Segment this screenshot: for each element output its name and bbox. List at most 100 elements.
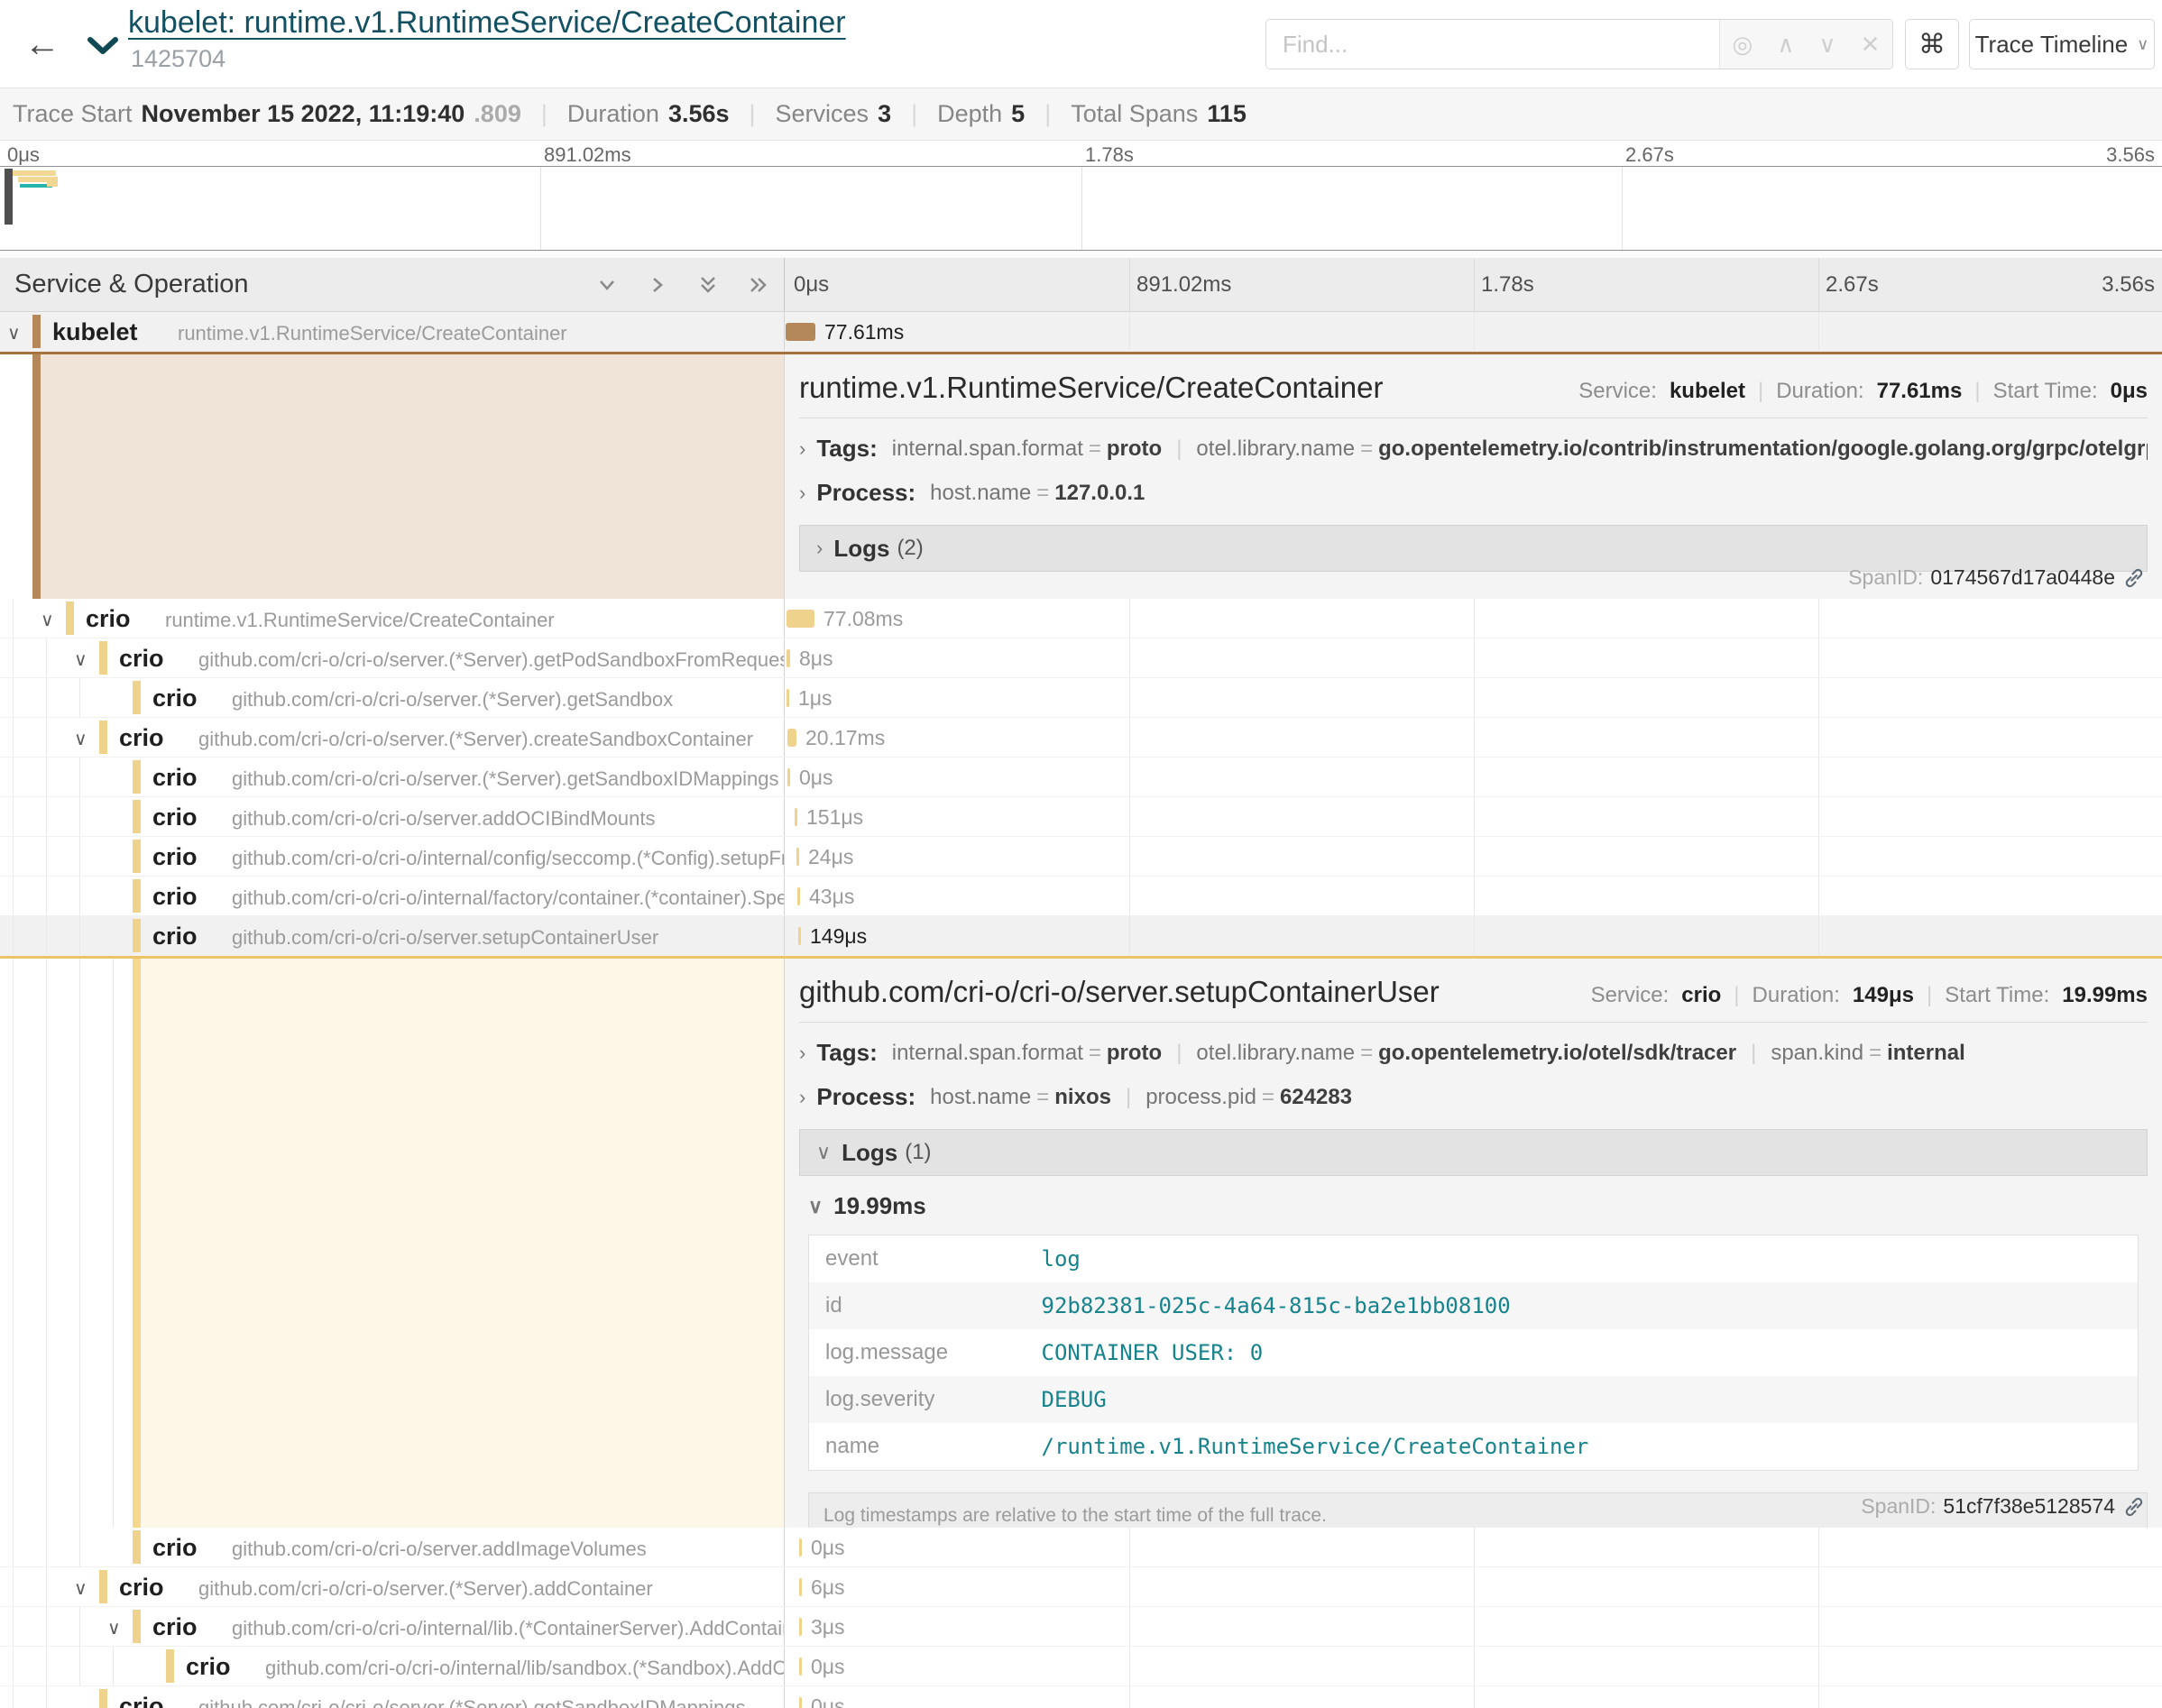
trace-collapse-toggle[interactable] (87, 36, 119, 60)
span-duration-bar[interactable] (799, 1538, 802, 1556)
span-timeline-cell[interactable]: 0μs (785, 1528, 2162, 1566)
span-name-cell[interactable]: ∨criogithub.com/cri-o/cri-o/server.(*Ser… (0, 1567, 785, 1606)
minimap-canvas[interactable] (0, 166, 2162, 251)
log-entry-toggle[interactable]: ∨ 19.99ms (808, 1192, 2148, 1220)
span-name-cell[interactable]: criogithub.com/cri-o/cri-o/server.addOCI… (0, 797, 785, 836)
minimap-tick: 891.02ms (544, 143, 631, 167)
span-row[interactable]: criogithub.com/cri-o/cri-o/server.setupC… (0, 916, 2162, 956)
span-duration-bar[interactable] (787, 649, 790, 667)
span-row[interactable]: ∨criogithub.com/cri-o/cri-o/server.(*Ser… (0, 718, 2162, 758)
span-detail-meta: Service:kubelet | Duration:77.61ms | Sta… (1578, 379, 2148, 404)
deep-link-icon[interactable] (2122, 566, 2146, 590)
span-name-cell[interactable]: criogithub.com/cri-o/cri-o/server.addIma… (0, 1528, 785, 1566)
back-button[interactable]: ← (16, 0, 69, 88)
span-timeline-cell[interactable]: 24μs (785, 837, 2162, 876)
span-timeline-cell[interactable]: 8μs (785, 638, 2162, 677)
chevron-down-icon[interactable]: ∨ (107, 1617, 121, 1639)
span-row[interactable]: criogithub.com/cri-o/cri-o/server.addOCI… (0, 797, 2162, 837)
duration-label: Duration (567, 100, 659, 128)
tags-section[interactable]: › Tags: internal.span.format=proto|otel.… (799, 435, 2148, 463)
span-name-cell[interactable]: ∨criogithub.com/cri-o/cri-o/server.(*Ser… (0, 718, 785, 757)
span-name-cell[interactable]: criogithub.com/cri-o/cri-o/internal/lib/… (0, 1647, 785, 1685)
minimap-scrubber[interactable] (5, 169, 13, 225)
span-name-cell[interactable]: criogithub.com/cri-o/cri-o/internal/conf… (0, 837, 785, 876)
span-name-cell[interactable]: criogithub.com/cri-o/cri-o/server.(*Serv… (0, 678, 785, 717)
chevron-down-icon[interactable]: ∨ (74, 728, 87, 750)
span-timeline-cell[interactable]: 1μs (785, 678, 2162, 717)
span-duration-bar[interactable] (797, 887, 800, 905)
span-duration-bar[interactable] (787, 729, 796, 747)
span-timeline-cell[interactable]: 3μs (785, 1607, 2162, 1646)
span-row[interactable]: criogithub.com/cri-o/cri-o/server.(*Serv… (0, 1686, 2162, 1708)
span-row[interactable]: ∨crioruntime.v1.RuntimeService/CreateCon… (0, 599, 2162, 638)
span-name-cell[interactable]: criogithub.com/cri-o/cri-o/internal/fact… (0, 877, 785, 915)
span-timeline-cell[interactable]: 149μs (785, 916, 2162, 955)
span-name-cell[interactable]: criogithub.com/cri-o/cri-o/server.(*Serv… (0, 1686, 785, 1708)
span-duration-bar[interactable] (787, 689, 789, 707)
logs-count: (1) (905, 1140, 931, 1165)
span-timeline-cell[interactable]: 20.17ms (785, 718, 2162, 757)
span-row[interactable]: ∨criogithub.com/cri-o/cri-o/internal/lib… (0, 1607, 2162, 1647)
span-duration-bar[interactable] (786, 323, 815, 341)
ruler-tick: 891.02ms (1136, 272, 1231, 298)
prev-match-icon[interactable]: ∧ (1777, 31, 1794, 59)
span-row[interactable]: ∨criogithub.com/cri-o/cri-o/server.(*Ser… (0, 638, 2162, 678)
trace-view-select[interactable]: Trace Timeline ∨ (1969, 19, 2155, 69)
chevron-down-icon[interactable]: ∨ (74, 648, 87, 671)
span-name-cell[interactable]: criogithub.com/cri-o/cri-o/server.(*Serv… (0, 758, 785, 796)
span-name-cell[interactable]: ∨crioruntime.v1.RuntimeService/CreateCon… (0, 599, 785, 638)
chevron-down-icon[interactable]: ∨ (74, 1577, 87, 1600)
span-name-cell[interactable]: ∨kubeletruntime.v1.RuntimeService/Create… (0, 312, 785, 351)
tags-section[interactable]: › Tags: internal.span.format=proto|otel.… (799, 1039, 2148, 1067)
focus-match-icon[interactable]: ◎ (1733, 31, 1753, 59)
span-row[interactable]: criogithub.com/cri-o/cri-o/internal/conf… (0, 837, 2162, 877)
process-section[interactable]: › Process: host.name=127.0.0.1 (799, 479, 2148, 507)
keyboard-shortcuts-button[interactable]: ⌘ (1905, 19, 1959, 69)
span-timeline-cell[interactable]: 151μs (785, 797, 2162, 836)
log-field-value: log (1026, 1235, 2139, 1283)
collapse-one-icon[interactable] (594, 272, 620, 298)
span-duration-bar[interactable] (798, 927, 801, 945)
span-service-name: crio (86, 605, 131, 633)
span-duration-bar[interactable] (799, 1697, 802, 1708)
span-timeline-cell[interactable]: 6μs (785, 1567, 2162, 1606)
ruler-tick: 0μs (794, 272, 829, 298)
expand-all-icon[interactable] (746, 272, 771, 298)
expand-one-icon[interactable] (645, 272, 670, 298)
deep-link-icon[interactable] (2122, 1495, 2146, 1519)
chevron-down-icon[interactable]: ∨ (41, 609, 54, 631)
span-duration-bar[interactable] (787, 768, 790, 786)
span-duration-bar[interactable] (799, 1578, 802, 1596)
find-input[interactable] (1266, 20, 1719, 69)
span-name-cell[interactable]: ∨criogithub.com/cri-o/cri-o/server.(*Ser… (0, 638, 785, 677)
span-timeline-cell[interactable]: 0μs (785, 1647, 2162, 1685)
span-timeline-cell[interactable]: 77.61ms (785, 312, 2162, 351)
collapse-all-icon[interactable] (695, 272, 721, 298)
span-timeline-cell[interactable]: 77.08ms (785, 599, 2162, 638)
span-row[interactable]: criogithub.com/cri-o/cri-o/server.(*Serv… (0, 678, 2162, 718)
next-match-icon[interactable]: ∨ (1818, 31, 1835, 59)
chevron-down-icon[interactable]: ∨ (7, 322, 21, 344)
span-row[interactable]: criogithub.com/cri-o/cri-o/internal/fact… (0, 877, 2162, 916)
span-row[interactable]: criogithub.com/cri-o/cri-o/internal/lib/… (0, 1647, 2162, 1686)
span-row[interactable]: criogithub.com/cri-o/cri-o/server.(*Serv… (0, 758, 2162, 797)
process-section[interactable]: › Process: host.name=nixos|process.pid=6… (799, 1083, 2148, 1111)
chevron-down-icon: ∨ (816, 1141, 831, 1164)
span-row[interactable]: ∨criogithub.com/cri-o/cri-o/server.(*Ser… (0, 1567, 2162, 1607)
span-timeline-cell[interactable]: 0μs (785, 758, 2162, 796)
span-operation-name: github.com/cri-o/cri-o/server.setupConta… (232, 926, 658, 950)
span-duration-bar[interactable] (799, 1618, 802, 1636)
span-duration-bar[interactable] (795, 808, 797, 826)
span-row[interactable]: ∨kubeletruntime.v1.RuntimeService/Create… (0, 312, 2162, 352)
clear-find-icon[interactable]: ✕ (1861, 31, 1881, 59)
span-duration-bar[interactable] (796, 848, 799, 866)
logs-section-expanded[interactable]: ∨ Logs (1) (799, 1129, 2148, 1176)
trace-title-link[interactable]: kubelet: runtime.v1.RuntimeService/Creat… (128, 5, 846, 41)
span-duration-bar[interactable] (799, 1657, 802, 1676)
span-row[interactable]: criogithub.com/cri-o/cri-o/server.addIma… (0, 1528, 2162, 1567)
span-name-cell[interactable]: criogithub.com/cri-o/cri-o/server.setupC… (0, 916, 785, 955)
span-name-cell[interactable]: ∨criogithub.com/cri-o/cri-o/internal/lib… (0, 1607, 785, 1646)
span-timeline-cell[interactable]: 0μs (785, 1686, 2162, 1708)
span-duration-bar[interactable] (787, 610, 814, 628)
span-timeline-cell[interactable]: 43μs (785, 877, 2162, 915)
